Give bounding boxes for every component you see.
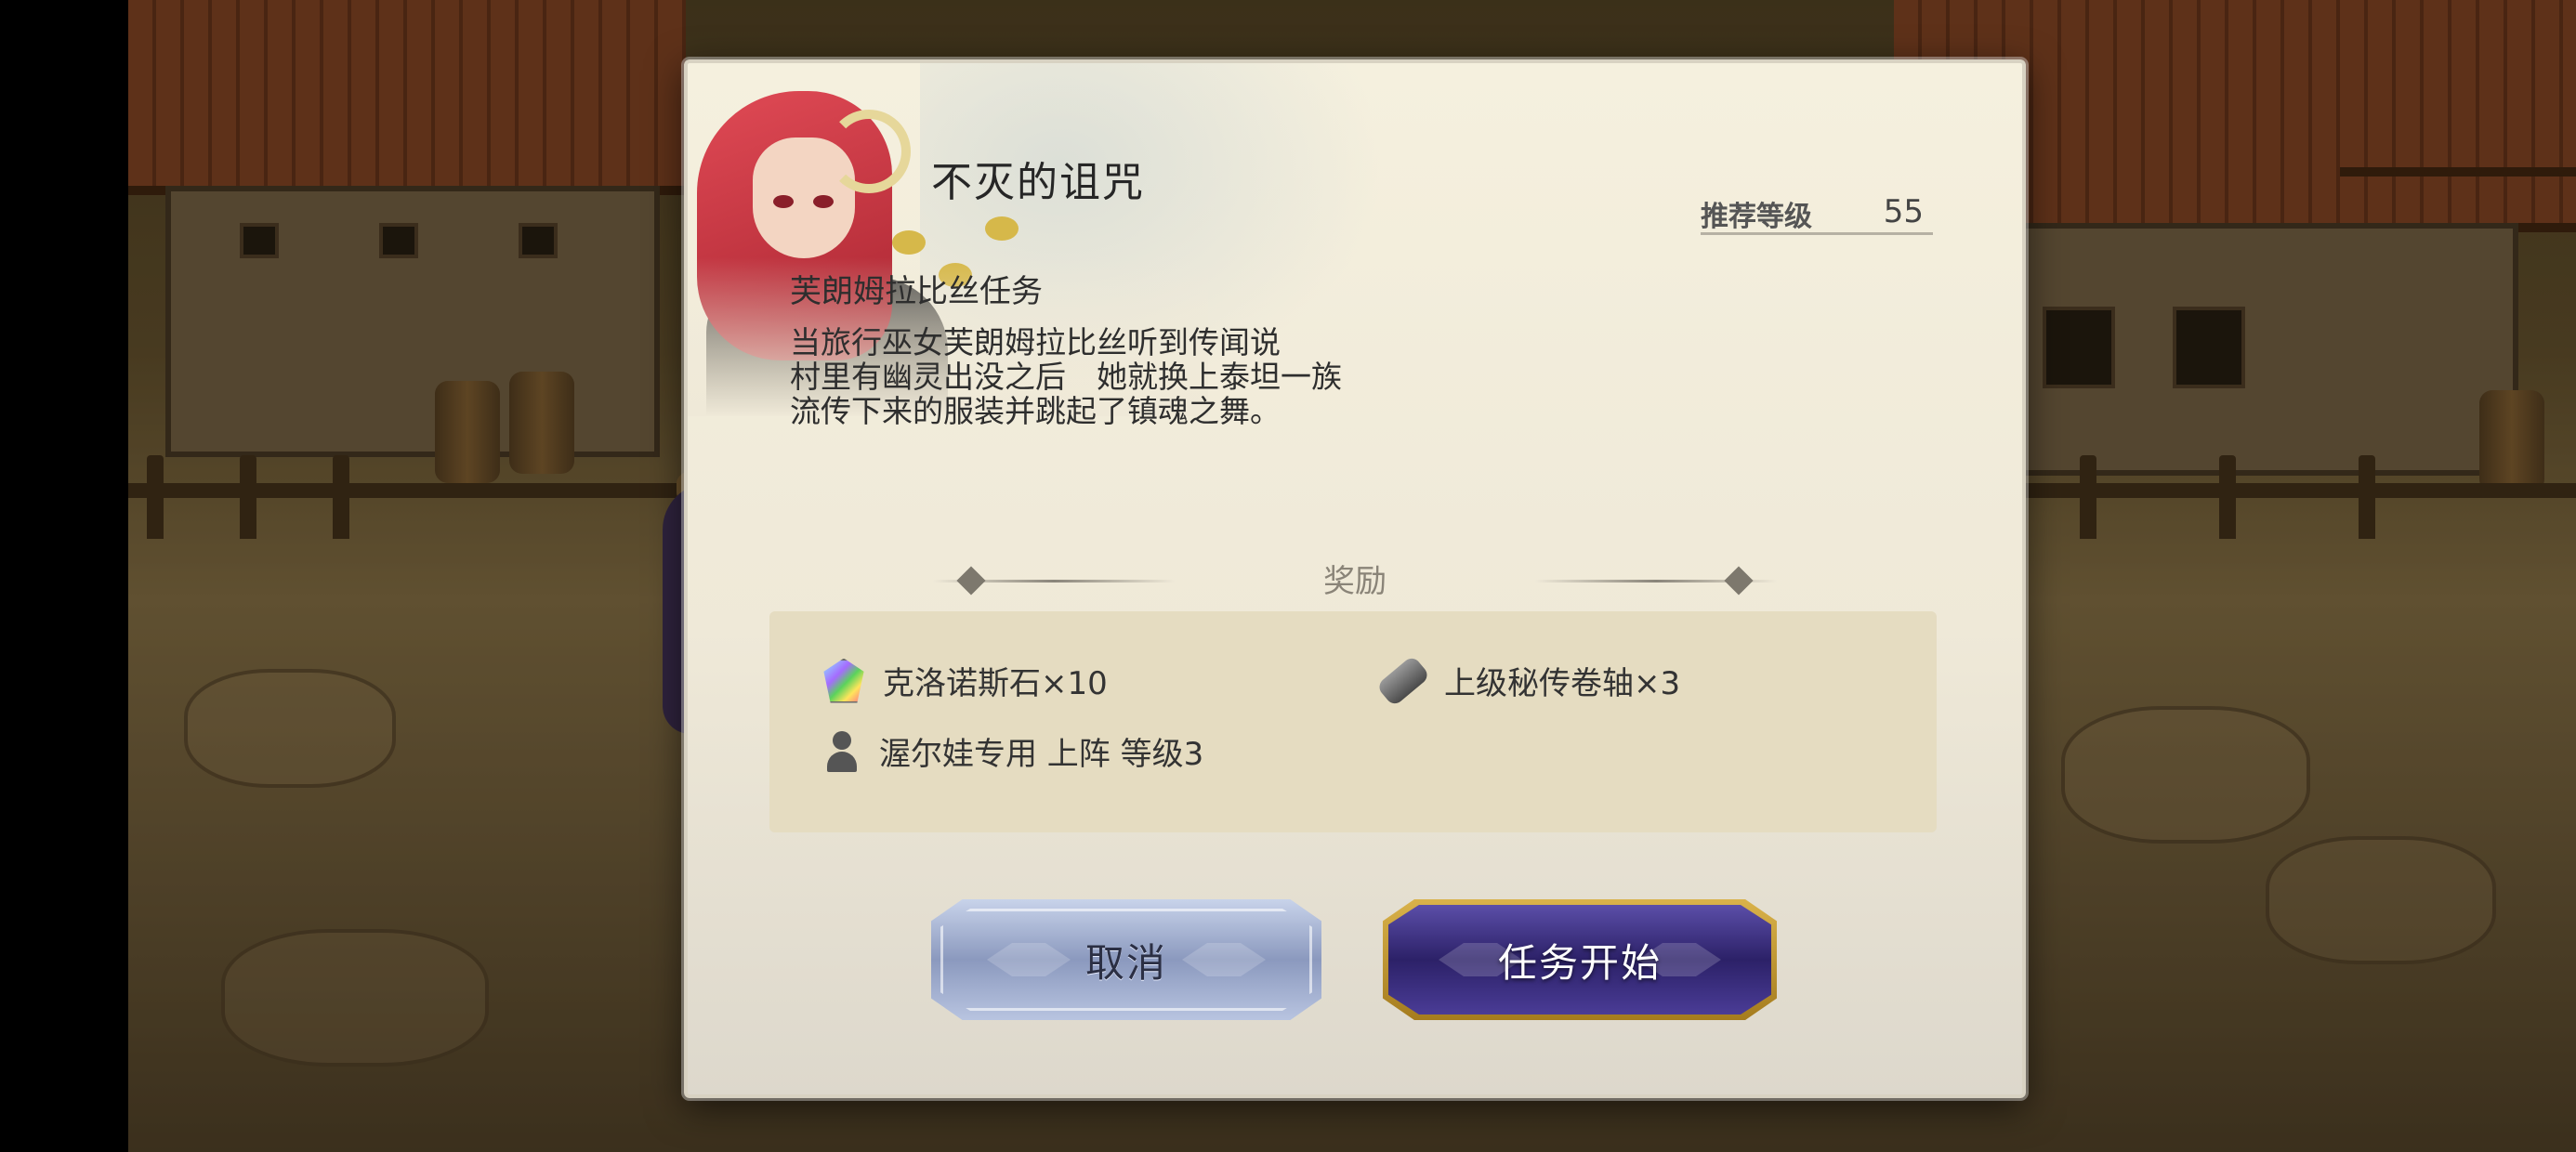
cancel-button-label: 取消 <box>1084 939 1167 986</box>
crystal-icon <box>823 658 864 703</box>
reward-label: 上级秘传卷轴×3 <box>1444 665 1681 702</box>
reward-list: 克洛诺斯石×10 上级秘传卷轴×3 渥尔娃专用 上阵 等级3 <box>769 611 1937 832</box>
cancel-button[interactable]: 取消 <box>931 899 1321 1020</box>
divider-ornament <box>1724 566 1754 596</box>
quest-dialog: 不灭的诅咒 推荐等级 55 芙朗姆拉比丝任务 当旅行巫女芙朗姆拉比丝听到传闻说 … <box>684 59 2026 1098</box>
recommended-level-label: 推荐等级 <box>1701 201 1812 233</box>
recommended-level-value: 55 <box>1883 193 1924 230</box>
quest-title: 不灭的诅咒 <box>931 159 1145 206</box>
reward-divider-right <box>1535 566 1777 596</box>
person-icon <box>821 730 862 772</box>
reward-item[interactable]: 上级秘传卷轴×3 <box>1375 654 1681 707</box>
scroll-icon <box>1375 654 1431 707</box>
button-ornament <box>1182 943 1266 976</box>
recommended-level: 推荐等级 55 <box>1701 193 1933 235</box>
reward-header: 奖励 <box>1323 563 1387 600</box>
reward-label: 克洛诺斯石×10 <box>883 665 1108 702</box>
reward-label: 渥尔娃专用 上阵 等级3 <box>879 736 1204 773</box>
person-icon-head <box>833 730 851 750</box>
person-icon-body <box>827 751 857 772</box>
reward-item[interactable]: 克洛诺斯石×10 <box>821 658 1108 703</box>
reward-item[interactable]: 渥尔娃专用 上阵 等级3 <box>821 728 1203 774</box>
quest-subtitle: 芙朗姆拉比丝任务 <box>790 273 1043 310</box>
button-ornament <box>987 943 1071 976</box>
start-quest-button[interactable]: 任务开始 <box>1383 899 1777 1020</box>
start-quest-button-label: 任务开始 <box>1497 939 1662 986</box>
quest-description: 当旅行巫女芙朗姆拉比丝听到传闻说 村里有幽灵出没之后 她就换上泰坦一族 流传下来… <box>790 324 1342 429</box>
